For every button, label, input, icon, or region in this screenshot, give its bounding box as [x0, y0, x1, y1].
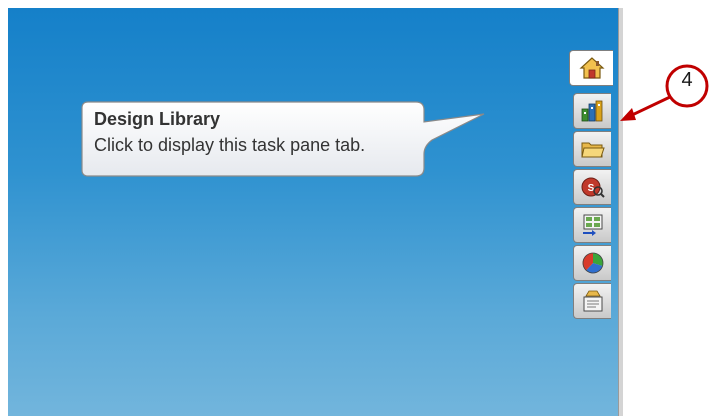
graphics-area[interactable] [8, 8, 618, 416]
tooltip-title: Design Library [94, 109, 221, 129]
tab-home[interactable] [569, 50, 613, 86]
annotation-marker [620, 64, 709, 121]
view-palette-icon: S [581, 177, 605, 198]
design-library-icon [581, 100, 602, 122]
tab-appearances[interactable] [573, 245, 611, 281]
annotation-number: 4 [681, 69, 693, 91]
custom-properties-icon [583, 290, 602, 312]
home-icon [578, 57, 605, 79]
tab-file-explorer[interactable] [573, 131, 611, 167]
tooltip-description: Click to display this task pane tab. [94, 135, 366, 155]
tab-design-library[interactable] [573, 93, 611, 129]
screen: S Design Library Click to display this t… [0, 0, 712, 416]
step-annotation: 4 [610, 56, 712, 136]
tooltip: Design Library Click to display this tas… [80, 100, 490, 178]
tab-property-list[interactable] [573, 207, 611, 243]
file-explorer-icon [582, 214, 602, 236]
folder-icon [580, 142, 605, 158]
tab-custom-properties[interactable] [573, 283, 611, 319]
appearances-icon [582, 252, 603, 274]
tab-view-palette[interactable]: S [573, 169, 611, 205]
